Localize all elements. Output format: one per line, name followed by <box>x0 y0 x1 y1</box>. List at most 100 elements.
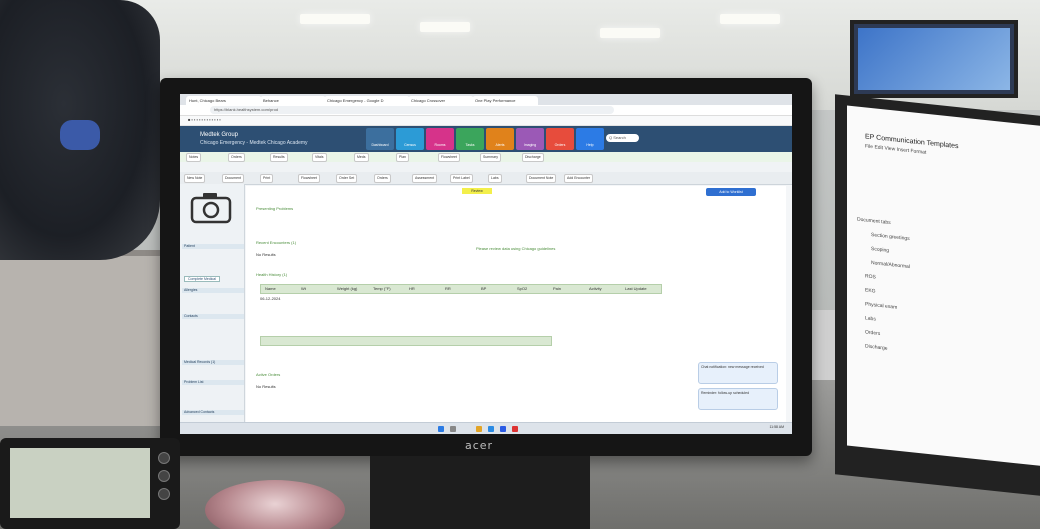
photo-scene: EP Communication Templates File Edit Vie… <box>0 0 1040 529</box>
doc-line: Physical exam <box>865 301 898 311</box>
monitor-screen: Hunt, Chicago Bears Behance Chicago Emer… <box>180 94 792 434</box>
doc-line: Scoping <box>871 246 890 254</box>
outlook-icon[interactable] <box>500 426 506 432</box>
browser-tab[interactable]: Hunt, Chicago Bears <box>186 96 262 105</box>
toolbar-item[interactable]: Meds <box>354 153 369 162</box>
action-button[interactable]: Document <box>222 174 244 183</box>
add-to-worklist-button[interactable]: Add to Worklist <box>706 188 756 196</box>
bookmark-icon[interactable]: ■ ▪ ▪ ▪ ▪ ▪ ▪ ▪ ▪ ▪ ▪ ▪ ▪ <box>188 117 221 122</box>
nav-tile-rooms[interactable]: Rooms <box>426 128 454 150</box>
action-button[interactable]: Flowsheet <box>298 174 320 183</box>
device-button[interactable] <box>158 452 170 464</box>
ceiling-light <box>720 14 780 24</box>
monitor-stand <box>370 456 590 529</box>
blue-glove <box>60 120 100 150</box>
doc-line: Normal/Abnormal <box>871 260 910 271</box>
browser-tabbar: Hunt, Chicago Bears Behance Chicago Emer… <box>180 94 792 105</box>
sidebar-section-advanced[interactable]: Advanced Contacts <box>182 410 244 415</box>
action-button[interactable]: Labs <box>488 174 502 183</box>
chrome-icon[interactable] <box>512 426 518 432</box>
ceiling-light <box>420 22 470 32</box>
camera-icon[interactable] <box>190 192 232 224</box>
browser-tab[interactable]: One Play Performance <box>472 96 538 105</box>
toolbar-item[interactable]: Vitals <box>312 153 327 162</box>
clock-time: 11:58 AM <box>769 425 784 429</box>
wall-monitor <box>850 20 1018 98</box>
sidebar-section-problems[interactable]: Problem List <box>182 380 244 385</box>
table-header-cell: SpO2 <box>517 286 528 291</box>
taskbar-clock: 11:58 AM <box>769 425 784 429</box>
url-input[interactable]: https://blank.healthsystem.com/prod <box>210 106 614 114</box>
section-recent[interactable]: Recent Encounters (1) <box>256 240 296 245</box>
side-laptop: EP Communication Templates File Edit Vie… <box>835 94 1040 496</box>
browser-tab[interactable]: Behance <box>260 96 326 105</box>
device-screen <box>10 448 150 518</box>
table-header-cell: Name <box>265 286 276 291</box>
table-header-cell: Pain <box>553 286 562 291</box>
toolbar-item[interactable]: Notes <box>186 153 202 162</box>
table-row-date: 06-12-2024 <box>260 296 281 301</box>
nav-tile-census[interactable]: Census <box>396 128 424 150</box>
toolbar-item[interactable]: Discharge <box>522 153 544 162</box>
table-header-cell: Activity <box>589 286 602 291</box>
toolbar-item[interactable]: Flowsheet <box>438 153 460 162</box>
table-header-cell: Weight (kg) <box>337 286 358 291</box>
nav-tile-help[interactable]: Help <box>576 128 604 150</box>
laptop-screen: EP Communication Templates File Edit Vie… <box>847 105 1040 466</box>
vitals-table-header: Name Wt Weight (kg) Temp (°F) HR RR BP SpO2 Pain… <box>260 284 662 294</box>
action-button[interactable]: Orders <box>374 174 391 183</box>
nav-tile-orders[interactable]: Orders <box>546 128 574 150</box>
toolbar-item[interactable]: Plan <box>396 153 410 162</box>
address-bar: https://blank.healthsystem.com/prod <box>180 105 792 116</box>
action-button[interactable]: New Note <box>184 174 206 183</box>
app-search-input[interactable]: Q Search <box>606 134 639 142</box>
folder-icon[interactable] <box>476 426 482 432</box>
browser-tab[interactable]: Chicago Crossover <box>408 96 474 105</box>
search-icon[interactable] <box>450 426 456 432</box>
action-button[interactable]: Assessment <box>412 174 438 183</box>
notification-card[interactable]: Reminder: follow-up scheduled <box>698 388 778 410</box>
nav-tile-imaging[interactable]: Imaging <box>516 128 544 150</box>
windows-start-icon[interactable] <box>438 426 444 432</box>
action-button[interactable]: Add Encounter <box>564 174 594 183</box>
section-active-orders[interactable]: Active Orders <box>256 372 280 377</box>
doc-line: EKG <box>865 287 876 295</box>
nav-tile-dashboard[interactable]: Dashboard <box>366 128 394 150</box>
action-toolbar: New Note Document Print Flowsheet Order Set O… <box>180 172 792 185</box>
review-tag: Review <box>462 188 492 194</box>
doc-line: Orders <box>865 329 881 337</box>
edge-icon[interactable] <box>488 426 494 432</box>
sidebar-section-allergies[interactable]: Allergies <box>182 288 244 293</box>
app-header: Medtek Group Chicago Emergency - Medtek … <box>180 126 792 152</box>
action-button[interactable]: Document Note <box>526 174 557 183</box>
table-header-cell: BP <box>481 286 487 291</box>
device-button[interactable] <box>158 470 170 482</box>
sidebar-section-records[interactable]: Medical Records (1) <box>182 360 244 365</box>
device-button[interactable] <box>158 488 170 500</box>
toolbar-item[interactable]: Summary <box>480 153 501 162</box>
main-monitor: Hunt, Chicago Bears Behance Chicago Emer… <box>160 78 812 456</box>
table-header-cell: Wt <box>301 286 306 291</box>
doc-line: Labs <box>865 315 876 323</box>
wall-monitor-screen <box>858 28 1010 90</box>
action-button[interactable]: Print Label <box>450 174 473 183</box>
browser-tab[interactable]: Chicago Emergency - Google D <box>324 96 410 105</box>
cabinet <box>0 250 170 426</box>
monitor-brand-logo: acer <box>465 439 494 452</box>
doc-line: Discharge <box>865 343 888 352</box>
toolbar-item[interactable]: Results <box>270 153 288 162</box>
sidebar-section-patient[interactable]: Patient <box>182 244 244 249</box>
section-history[interactable]: Health History (1) <box>256 272 287 277</box>
nav-tile-tasks[interactable]: Tasks <box>456 128 484 150</box>
sidebar-section-contacts[interactable]: Contacts <box>182 314 244 319</box>
action-button[interactable]: Order Set <box>336 174 358 183</box>
notification-card[interactable]: Chat notification: new message received <box>698 362 778 384</box>
nav-tile-alerts[interactable]: Alerts <box>486 128 514 150</box>
chart-toolbar <box>180 162 792 172</box>
ceiling-light <box>600 28 660 38</box>
action-button[interactable]: Print <box>260 174 274 183</box>
orders-table-header <box>260 336 552 346</box>
toolbar-item[interactable]: Orders <box>228 153 245 162</box>
complete-medical-button[interactable]: Complete Medical <box>184 276 221 282</box>
no-results-text: No Results <box>256 252 276 257</box>
